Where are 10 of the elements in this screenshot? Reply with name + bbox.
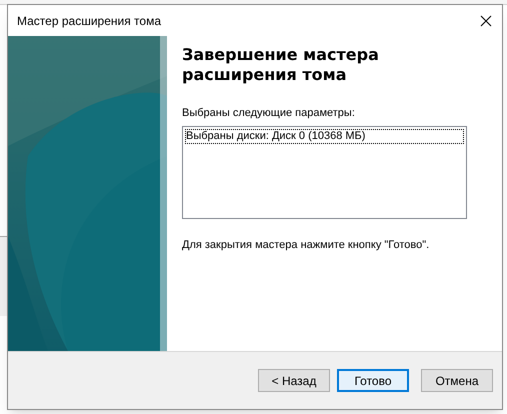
wizard-button[interactable]: Готово <box>337 369 409 392</box>
wizard-heading: Завершение мастера расширения тома <box>182 45 380 85</box>
wizard-button[interactable]: Отмена <box>421 369 493 392</box>
window-title: Мастер расширения тома <box>17 12 161 30</box>
list-label: Выбраны следующие параметры: <box>182 106 356 121</box>
close-icon[interactable] <box>480 14 492 26</box>
list-item[interactable]: Выбраны диски: Диск 0 (10368 МБ) <box>185 128 464 144</box>
wizard-button[interactable]: < Назад <box>258 369 330 392</box>
finish-note: Для закрытия мастера нажмите кнопку "Готово". <box>182 238 430 252</box>
parameters-list[interactable]: Выбраны диски: Диск 0 (10368 МБ) <box>182 126 467 218</box>
